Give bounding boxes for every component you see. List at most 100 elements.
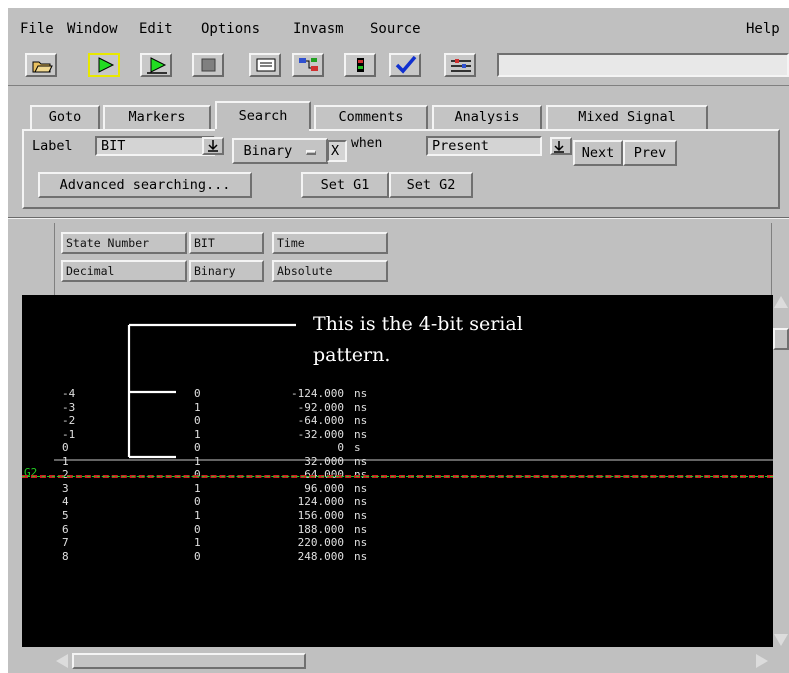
splitter-highlight xyxy=(8,218,789,219)
row-bit-value: 1 xyxy=(194,427,201,441)
row-state-number: 8 xyxy=(62,549,69,563)
row-time-unit: ns xyxy=(354,522,368,536)
column-format-binary[interactable]: Binary xyxy=(189,260,264,282)
menu-window[interactable]: Window xyxy=(67,21,118,37)
menu-bar: File Window Edit Options Invasm Source H… xyxy=(8,8,789,40)
row-bit-value: 1 xyxy=(194,508,201,522)
open-folder-icon xyxy=(32,61,53,73)
row-state-number: -4 xyxy=(62,387,76,400)
config-icon xyxy=(357,58,364,72)
run-repetitive-button[interactable] xyxy=(140,53,172,77)
stop-icon xyxy=(201,58,216,72)
row-bit-value: 0 xyxy=(194,495,201,509)
listing-button[interactable] xyxy=(249,53,281,77)
column-format-decimal[interactable]: Decimal xyxy=(61,260,187,282)
advanced-searching-button[interactable]: Advanced searching... xyxy=(38,172,252,198)
row-time-unit: ns xyxy=(354,481,368,495)
open-button[interactable] xyxy=(25,53,57,77)
row-time-value: 96.000 xyxy=(304,481,344,495)
run-repetitive-icon xyxy=(147,57,167,74)
list-window-icon xyxy=(256,58,276,72)
row-time-value: -124.000 xyxy=(291,387,344,400)
option-menu-icon xyxy=(306,150,317,155)
pattern-field[interactable]: X xyxy=(327,140,347,162)
listing-window: File Window Edit Options Invasm Source H… xyxy=(8,8,789,673)
row-bit-value: 1 xyxy=(194,536,201,550)
label-field[interactable]: BIT xyxy=(95,136,215,156)
prev-button[interactable]: Prev xyxy=(623,140,677,166)
label-caption: Label xyxy=(32,138,73,154)
row-time-unit: ns xyxy=(354,387,368,400)
row-time-value: 220.000 xyxy=(297,536,344,550)
config-button[interactable] xyxy=(344,53,376,77)
row-time-value: 188.000 xyxy=(297,522,344,536)
stop-button[interactable] xyxy=(192,53,224,77)
scroll-up-arrow[interactable] xyxy=(774,296,788,308)
settings-icon xyxy=(451,59,471,72)
row-time-unit: ns xyxy=(354,454,368,468)
row-bit-value: 0 xyxy=(194,522,201,536)
check-button[interactable] xyxy=(389,53,421,77)
status-field xyxy=(497,53,789,77)
set-g1-button[interactable]: Set G1 xyxy=(301,172,389,198)
column-header-time[interactable]: Time xyxy=(272,232,388,254)
row-time-unit: ns xyxy=(354,495,368,509)
set-g2-button[interactable]: Set G2 xyxy=(389,172,473,198)
column-header-state-number[interactable]: State Number xyxy=(61,232,187,254)
menu-source[interactable]: Source xyxy=(370,21,421,37)
horizontal-scroll-thumb[interactable] xyxy=(72,653,306,669)
tab-analysis[interactable]: Analysis xyxy=(432,105,542,130)
row-time-value: 156.000 xyxy=(297,508,344,522)
row-bit-value: 0 xyxy=(194,441,201,455)
scroll-left-arrow[interactable] xyxy=(56,654,68,668)
row-state-number: 0 xyxy=(62,441,69,455)
row-state-number: -1 xyxy=(62,427,76,441)
annotation-line1: This is the 4-bit serial xyxy=(313,313,523,335)
menu-help[interactable]: Help xyxy=(746,21,780,37)
connections-icon xyxy=(299,58,318,71)
settings-button[interactable] xyxy=(444,53,476,77)
label-dropdown-button[interactable] xyxy=(202,137,224,155)
tab-comments[interactable]: Comments xyxy=(314,105,428,130)
row-time-value: 0 xyxy=(337,441,344,455)
connections-button[interactable] xyxy=(292,53,324,77)
header-right-border xyxy=(771,223,772,295)
scroll-down-arrow[interactable] xyxy=(774,634,788,646)
menu-options[interactable]: Options xyxy=(201,21,260,37)
vertical-scroll-thumb[interactable] xyxy=(773,328,789,350)
menu-edit[interactable]: Edit xyxy=(139,21,173,37)
annotation-bracket xyxy=(54,323,773,461)
when-field[interactable]: Present xyxy=(426,136,542,156)
row-time-unit: ns xyxy=(354,414,368,428)
row-state-number: 7 xyxy=(62,536,69,550)
base-select[interactable]: Binary xyxy=(232,138,328,164)
row-state-number: 6 xyxy=(62,522,69,536)
g2-marker-line-green xyxy=(22,476,773,477)
run-button[interactable] xyxy=(88,53,120,77)
listing-data-area: This is the 4-bit serial pattern. -4 0 -12… xyxy=(54,295,773,647)
tab-mixed-signal[interactable]: Mixed Signal xyxy=(546,105,708,130)
row-time-value: -64.000 xyxy=(297,414,344,428)
row-time-unit: ns xyxy=(354,549,368,563)
when-dropdown-button[interactable] xyxy=(550,137,572,155)
row-state-number: 3 xyxy=(62,481,69,495)
row-bit-value: 0 xyxy=(194,549,201,563)
chevron-down-icon xyxy=(554,141,564,153)
row-state-number: 1 xyxy=(62,454,69,468)
tab-markers[interactable]: Markers xyxy=(103,105,211,130)
menu-file[interactable]: File xyxy=(20,21,54,37)
row-time-unit: s xyxy=(354,441,361,455)
row-bit-value: 0 xyxy=(194,414,201,428)
menu-invasm[interactable]: Invasm xyxy=(293,21,344,37)
tab-search[interactable]: Search xyxy=(215,101,311,131)
when-caption: when xyxy=(351,136,383,151)
row-bit-value: 0 xyxy=(194,387,201,400)
tab-goto[interactable]: Goto xyxy=(30,105,100,130)
next-button[interactable]: Next xyxy=(573,140,623,166)
scroll-right-arrow[interactable] xyxy=(756,654,768,668)
annotation-line2: pattern. xyxy=(313,344,391,366)
divider xyxy=(8,85,789,86)
column-format-absolute[interactable]: Absolute xyxy=(272,260,388,282)
column-header-bit[interactable]: BIT xyxy=(189,232,264,254)
row-time-value: -32.000 xyxy=(297,427,344,441)
